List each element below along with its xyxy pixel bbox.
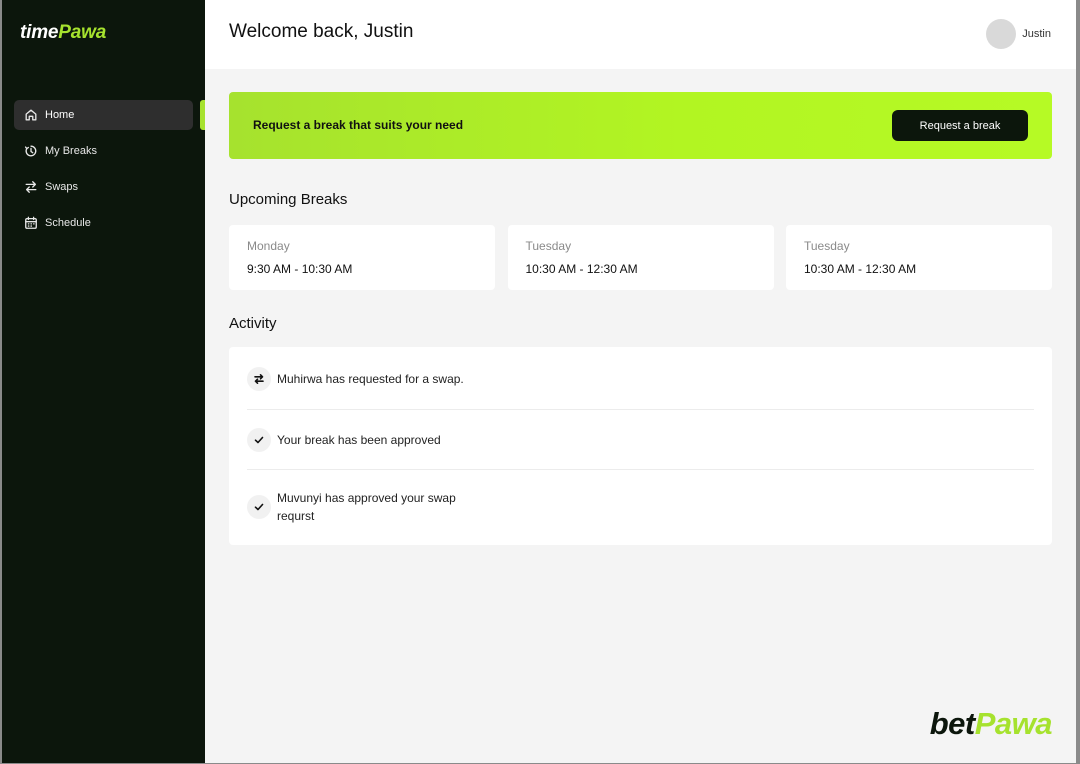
top-bar: Welcome back, Justin Justin (205, 0, 1076, 69)
sidebar-item-swaps[interactable]: Swaps (14, 172, 193, 202)
upcoming-breaks-list: Monday 9:30 AM - 10:30 AM Tuesday 10:30 … (229, 225, 1052, 290)
calendar-icon (25, 216, 37, 229)
swap-icon (25, 181, 37, 193)
sidebar-item-label: Home (45, 109, 75, 121)
activity-item[interactable]: Muvunyi has approved your swap requrst (247, 470, 1034, 544)
request-break-button[interactable]: Request a break (892, 110, 1028, 141)
timer-icon (24, 145, 37, 157)
request-break-banner: Request a break that suits your need Req… (229, 92, 1052, 159)
break-time: 10:30 AM - 12:30 AM (804, 262, 917, 276)
break-card[interactable]: Tuesday 10:30 AM - 12:30 AM (786, 225, 1052, 290)
banner-text: Request a break that suits your need (253, 118, 464, 132)
main-content: Welcome back, Justin Justin Request a br… (205, 0, 1076, 764)
break-card[interactable]: Monday 9:30 AM - 10:30 AM (229, 225, 495, 290)
check-icon (247, 495, 271, 519)
swap-icon (247, 367, 271, 391)
sidebar-item-my-breaks[interactable]: My Breaks (14, 136, 193, 166)
sidebar: timePawa Home My Breaks Swaps Schedule (2, 0, 205, 764)
activity-text: Muhirwa has requested for a swap. (277, 372, 464, 386)
sidebar-item-label: My Breaks (45, 145, 97, 157)
break-day: Tuesday (804, 239, 850, 253)
user-name: Justin (1022, 28, 1051, 40)
sidebar-item-home[interactable]: Home (14, 100, 193, 130)
home-icon (25, 109, 37, 121)
activity-item[interactable]: Muhirwa has requested for a swap. (247, 347, 1034, 410)
avatar[interactable] (986, 19, 1017, 49)
check-icon (247, 427, 271, 452)
footer-logo-suffix: Pawa (974, 706, 1053, 741)
break-time: 9:30 AM - 10:30 AM (247, 262, 353, 276)
company-logo: betPawa (929, 706, 1053, 742)
activity-title: Activity (229, 315, 277, 332)
sidebar-item-label: Schedule (45, 217, 91, 229)
activity-text: Muvunyi has approved your swap requrst (277, 491, 456, 523)
logo-prefix: time (20, 22, 59, 43)
break-card[interactable]: Tuesday 10:30 AM - 12:30 AM (507, 225, 774, 290)
sidebar-item-schedule[interactable]: Schedule (14, 208, 193, 238)
activity-text: Your break has been approved (277, 432, 441, 447)
page-title: Welcome back, Justin (229, 21, 414, 42)
user-menu[interactable]: Justin (986, 19, 1051, 49)
break-day: Tuesday (525, 239, 572, 253)
activity-feed: Muhirwa has requested for a swap. Your b… (229, 347, 1052, 545)
app-logo[interactable]: timePawa (20, 22, 106, 44)
logo-suffix: Pawa (58, 22, 107, 43)
break-day: Monday (247, 239, 290, 253)
break-time: 10:30 AM - 12:30 AM (525, 262, 638, 276)
activity-item[interactable]: Your break has been approved (247, 410, 1034, 470)
footer-logo-prefix: bet (929, 706, 976, 741)
sidebar-item-label: Swaps (45, 181, 79, 193)
sidebar-nav: Home My Breaks Swaps Schedule (14, 100, 193, 244)
upcoming-breaks-title: Upcoming Breaks (229, 191, 348, 208)
